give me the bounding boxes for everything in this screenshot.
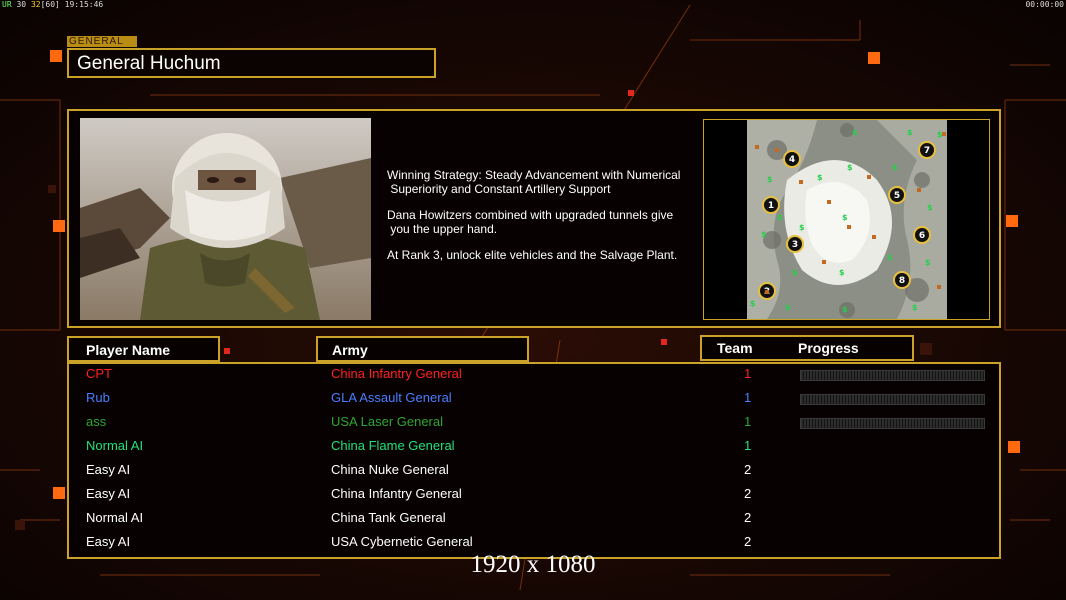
player-name: ass	[86, 414, 107, 429]
svg-text:$: $	[842, 305, 848, 314]
player-name: Easy AI	[86, 462, 131, 477]
team-header: Team	[717, 340, 753, 356]
svg-text:6: 6	[919, 231, 925, 241]
player-progress-bar	[800, 394, 985, 405]
svg-text:5: 5	[894, 191, 900, 201]
player-row[interactable]: ass USA Laser General 1	[0, 414, 1066, 438]
svg-text:1: 1	[768, 201, 774, 211]
player-name: Normal AI	[86, 510, 144, 525]
player-team: 2	[744, 510, 752, 525]
general-name: General Huchum	[77, 53, 221, 74]
fps-readout: UR 30 32[60] 19:15:46	[2, 0, 104, 9]
player-name: Easy AI	[86, 486, 131, 501]
strategy-text: Winning Strategy: Steady Advancement wit…	[387, 168, 681, 196]
map-slot-5[interactable]: 5	[888, 186, 906, 204]
svg-text:$: $	[925, 258, 931, 267]
map-preview[interactable]: 1 2 3 4 5 6 7 8 $$$$ $$$$ $$$$ $$$$ $$$$	[747, 120, 947, 319]
svg-text:$: $	[927, 203, 933, 212]
map-slot-7[interactable]: 7	[918, 141, 936, 159]
team-progress-header: Team Progress	[700, 335, 914, 361]
tips-text: Dana Howitzers combined with upgraded tu…	[387, 208, 674, 236]
player-army: China Nuke General	[331, 462, 449, 477]
general-tag: GENERAL	[67, 36, 137, 47]
player-name: Normal AI	[86, 438, 144, 453]
map-slot-6[interactable]: 6	[913, 226, 931, 244]
svg-text:$: $	[761, 230, 767, 239]
general-portrait	[80, 118, 371, 320]
player-army: USA Cybernetic General	[331, 534, 473, 549]
svg-text:$: $	[852, 128, 858, 137]
rank-text: At Rank 3, unlock elite vehicles and the…	[387, 248, 678, 262]
svg-text:$: $	[842, 213, 848, 222]
svg-text:8: 8	[899, 276, 905, 286]
svg-text:$: $	[912, 303, 918, 312]
map-slot-4[interactable]: 4	[783, 150, 801, 168]
player-team: 1	[744, 390, 752, 405]
svg-text:$: $	[839, 268, 845, 277]
player-army: China Infantry General	[331, 486, 462, 501]
progress-header: Progress	[798, 340, 859, 356]
player-progress-bar	[800, 418, 985, 429]
player-team: 2	[744, 534, 752, 549]
player-row[interactable]: Normal AI China Flame General 1	[0, 438, 1066, 462]
player-team: 2	[744, 462, 752, 477]
player-row[interactable]: Easy AI China Nuke General 2	[0, 462, 1066, 486]
svg-text:$: $	[799, 223, 805, 232]
player-team: 2	[744, 486, 752, 501]
map-slot-8[interactable]: 8	[893, 271, 911, 289]
player-name-header: Player Name	[67, 336, 220, 362]
player-team: 1	[744, 438, 752, 453]
svg-text:$: $	[847, 163, 853, 172]
general-description: Winning Strategy: Steady Advancement wit…	[387, 168, 697, 274]
elapsed-time: 00:00:00	[1025, 0, 1064, 9]
army-header: Army	[316, 336, 529, 362]
svg-text:7: 7	[924, 146, 930, 156]
svg-text:$: $	[777, 213, 783, 222]
player-name: Easy AI	[86, 534, 131, 549]
player-row[interactable]: CPT China Infantry General 1	[0, 366, 1066, 390]
svg-text:$: $	[817, 173, 823, 182]
player-name: CPT	[86, 366, 112, 381]
player-row[interactable]: Normal AI China Tank General 2	[0, 510, 1066, 534]
svg-text:$: $	[792, 268, 798, 277]
svg-text:$: $	[767, 175, 773, 184]
map-slot-1[interactable]: 1	[762, 196, 780, 214]
svg-text:3: 3	[792, 240, 798, 250]
player-name: Rub	[86, 390, 110, 405]
player-army: China Infantry General	[331, 366, 462, 381]
resolution-label: 1920 x 1080	[470, 551, 596, 578]
player-army: China Tank General	[331, 510, 446, 525]
svg-text:4: 4	[789, 155, 795, 165]
player-army: GLA Assault General	[331, 390, 452, 405]
player-army: USA Laser General	[331, 414, 444, 429]
svg-text:$: $	[892, 163, 898, 172]
player-progress-bar	[800, 370, 985, 381]
svg-text:$: $	[750, 299, 756, 308]
map-slot-3[interactable]: 3	[786, 235, 804, 253]
general-title-box: General Huchum	[67, 48, 436, 78]
svg-text:$: $	[887, 253, 893, 262]
svg-text:$: $	[907, 128, 913, 137]
player-row[interactable]: Rub GLA Assault General 1	[0, 390, 1066, 414]
player-team: 1	[744, 414, 752, 429]
player-army: China Flame General	[331, 438, 455, 453]
svg-text:$: $	[785, 303, 791, 312]
player-row[interactable]: Easy AI China Infantry General 2	[0, 486, 1066, 510]
player-team: 1	[744, 366, 752, 381]
